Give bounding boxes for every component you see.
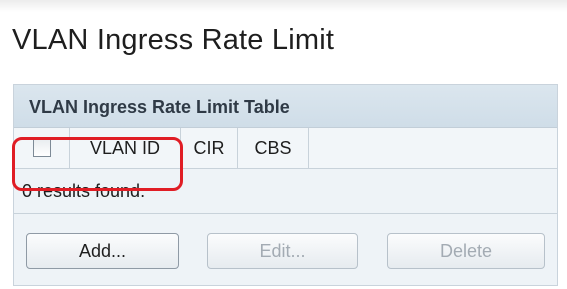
column-header-cir[interactable]: CIR xyxy=(181,128,238,168)
vlan-ingress-rate-limit-table: VLAN Ingress Rate Limit Table VLAN ID CI… xyxy=(13,84,558,286)
select-all-checkbox[interactable] xyxy=(32,139,51,157)
delete-button[interactable]: Delete xyxy=(387,233,545,269)
results-row: 0 results found. xyxy=(14,169,557,214)
column-header-cbs[interactable]: CBS xyxy=(238,128,309,168)
add-button[interactable]: Add... xyxy=(26,233,179,269)
column-header-row: VLAN ID CIR CBS xyxy=(14,128,557,169)
table-header: VLAN Ingress Rate Limit Table xyxy=(14,85,557,128)
button-row: Add... Edit... Delete xyxy=(14,214,557,285)
edit-button[interactable]: Edit... xyxy=(207,233,358,269)
results-count: 0 results found. xyxy=(22,181,146,201)
top-edge-shadow xyxy=(0,0,567,12)
select-all-cell xyxy=(14,128,70,168)
table-title: VLAN Ingress Rate Limit Table xyxy=(29,97,290,117)
column-header-vlan-id[interactable]: VLAN ID xyxy=(70,128,181,168)
page-title: VLAN Ingress Rate Limit xyxy=(12,24,335,56)
